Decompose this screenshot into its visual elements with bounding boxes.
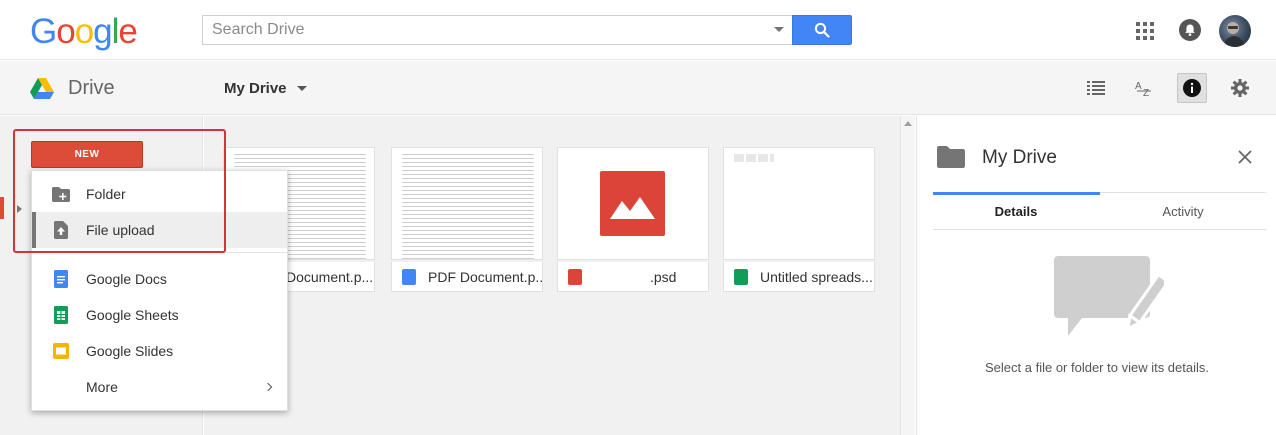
drive-logo-icon xyxy=(30,78,54,99)
location-dropdown[interactable]: My Drive xyxy=(224,80,307,97)
file-thumbnail[interactable] xyxy=(723,147,875,260)
tab-details[interactable]: Details xyxy=(933,193,1099,229)
menu-item-label: Google Slides xyxy=(86,343,174,359)
menu-item-label: Google Sheets xyxy=(86,307,179,323)
info-icon xyxy=(1183,79,1201,97)
selected-nav-marker xyxy=(0,197,4,219)
menu-divider xyxy=(32,252,287,253)
details-tabs: Details Activity xyxy=(933,192,1266,230)
sort-az-icon: A Z xyxy=(1135,81,1151,98)
drive-toolbar: Drive My Drive A Z xyxy=(0,61,1276,115)
file-name: Document.p... xyxy=(286,268,374,285)
logo-letter: G xyxy=(30,12,57,51)
pdf-document-icon xyxy=(402,268,416,285)
svg-text:A: A xyxy=(1135,81,1142,92)
menu-item-label: More xyxy=(86,379,118,395)
apps-grid-icon[interactable] xyxy=(1136,22,1154,40)
search-options-icon[interactable] xyxy=(774,27,784,32)
chevron-down-icon xyxy=(296,86,307,91)
file-name-bar[interactable]: Untitled spreads... xyxy=(723,262,875,292)
logo-letter: o xyxy=(74,12,94,51)
folder-icon xyxy=(937,146,965,168)
google-logo[interactable]: Google xyxy=(30,12,138,52)
menu-item-google-docs[interactable]: Google Docs xyxy=(32,261,287,297)
empty-state-message: Select a file or folder to view its deta… xyxy=(985,360,1209,375)
list-view-icon xyxy=(1087,81,1105,95)
product-title: Drive xyxy=(68,77,115,99)
search-box xyxy=(202,15,792,45)
new-folder-icon xyxy=(52,185,70,203)
file-thumbnail[interactable] xyxy=(391,147,543,260)
top-bar: Google xyxy=(0,0,1276,60)
menu-item-label: Folder xyxy=(86,186,126,202)
search-input[interactable] xyxy=(203,16,763,44)
file-name: PDF Document.p... xyxy=(428,268,543,285)
panel-title: My Drive xyxy=(982,147,1057,168)
info-button[interactable] xyxy=(1177,73,1207,103)
list-view-button[interactable] xyxy=(1081,73,1111,103)
new-button[interactable]: NEW xyxy=(31,141,143,168)
spreadsheet-file-icon xyxy=(734,268,748,285)
file-name-bar[interactable]: .psd xyxy=(557,262,709,292)
tab-activity[interactable]: Activity xyxy=(1100,193,1266,229)
settings-button[interactable] xyxy=(1225,73,1255,103)
file-name-bar[interactable]: PDF Document.p... xyxy=(391,262,543,292)
menu-item-more[interactable]: More xyxy=(32,369,287,405)
details-panel: My Drive Details Activity Select a file … xyxy=(916,116,1276,435)
file-name: Untitled spreads... xyxy=(760,268,873,285)
close-icon[interactable] xyxy=(1237,149,1253,165)
file-name: .psd xyxy=(650,268,677,285)
notifications-icon[interactable] xyxy=(1179,19,1201,41)
menu-item-label: File upload xyxy=(86,222,155,238)
logo-letter: o xyxy=(56,12,75,51)
file-upload-icon xyxy=(52,221,70,239)
image-preview-icon xyxy=(600,171,665,236)
avatar[interactable] xyxy=(1219,15,1251,47)
google-slides-icon xyxy=(52,342,70,360)
new-menu: Folder File upload Google Docs Google Sh… xyxy=(31,170,288,411)
search-icon xyxy=(814,22,830,38)
menu-item-google-slides[interactable]: Google Slides xyxy=(32,333,287,369)
no-selection-illustration-icon xyxy=(1054,256,1164,336)
search-button[interactable] xyxy=(792,15,852,45)
logo-letter: e xyxy=(118,12,137,51)
menu-item-google-sheets[interactable]: Google Sheets xyxy=(32,297,287,333)
menu-item-file-upload[interactable]: File upload xyxy=(32,212,287,248)
scroll-up-icon[interactable] xyxy=(904,121,912,126)
image-file-icon xyxy=(568,268,582,285)
google-docs-icon xyxy=(52,270,70,288)
hover-indicator xyxy=(32,212,36,248)
file-thumbnail[interactable] xyxy=(557,147,709,260)
chevron-right-icon xyxy=(263,382,273,392)
google-sheets-icon xyxy=(52,306,70,324)
location-dropdown-label: My Drive xyxy=(224,80,287,97)
settings-icon xyxy=(1231,79,1249,97)
expand-arrow-icon[interactable] xyxy=(17,205,22,213)
sort-button[interactable]: A Z xyxy=(1129,73,1159,103)
menu-item-folder[interactable]: Folder xyxy=(32,176,287,212)
svg-text:Z: Z xyxy=(1143,88,1149,98)
menu-item-label: Google Docs xyxy=(86,271,167,287)
scrollbar[interactable] xyxy=(900,116,915,435)
spreadsheet-preview xyxy=(734,154,774,162)
logo-letter: g xyxy=(93,12,112,51)
document-preview xyxy=(402,154,534,259)
